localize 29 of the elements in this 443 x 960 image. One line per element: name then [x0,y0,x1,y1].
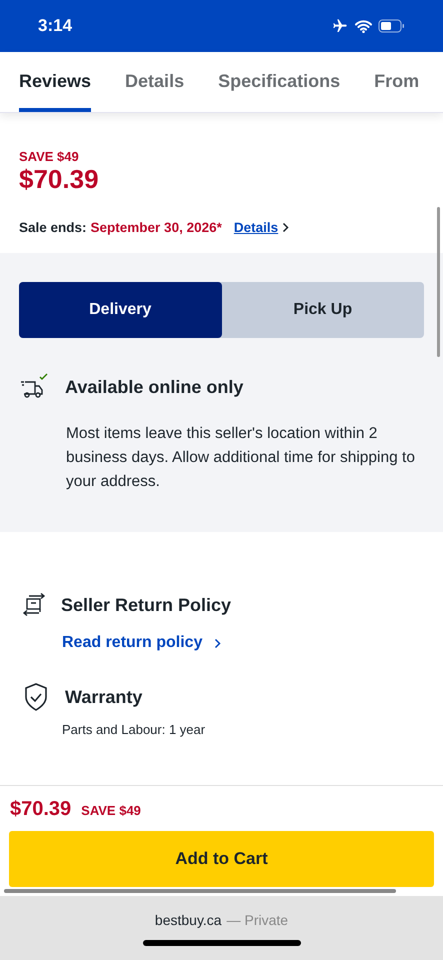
details-link[interactable]: Details [234,220,278,235]
wifi-icon [355,20,372,32]
shield-check-icon [23,682,49,712]
fulfillment-option[interactable]: Pick Up [222,282,424,338]
add-to-cart-button[interactable]: Add to Cart [9,831,434,887]
battery-icon [378,19,405,33]
warranty-title: Warranty [65,686,142,708]
clock: 3:14 [38,16,72,36]
warranty-detail: Parts and Labour: 1 year [62,722,206,737]
browsing-mode: — Private [226,912,288,928]
savings-label: SAVE $49 [19,149,80,164]
airplane-icon [331,18,349,34]
tab[interactable]: From [374,52,420,112]
tab[interactable]: Specifications [218,52,340,112]
return-policy-title: Seller Return Policy [61,594,232,616]
url-domain: bestbuy.ca [154,912,222,928]
sale-date: September 30, 2026* [90,220,222,235]
return-policy-link[interactable]: Read return policy [62,634,202,652]
fulfillment-option[interactable]: Delivery [19,282,222,338]
tab[interactable]: Reviews [19,52,92,112]
tab[interactable]: Details [125,52,184,112]
price: $70.39 [19,164,100,194]
sale-label: Sale ends: [19,220,87,235]
availability-title: Available online only [65,376,244,398]
chevron-icon [282,222,290,233]
savings-label: SAVE $49 [81,803,141,818]
chevron-icon [214,638,222,648]
availability-description: Most items leave this seller's location within 2 business days. Allow additional time for shipping to your address. [66,424,416,492]
price: $70.39 [10,798,72,821]
